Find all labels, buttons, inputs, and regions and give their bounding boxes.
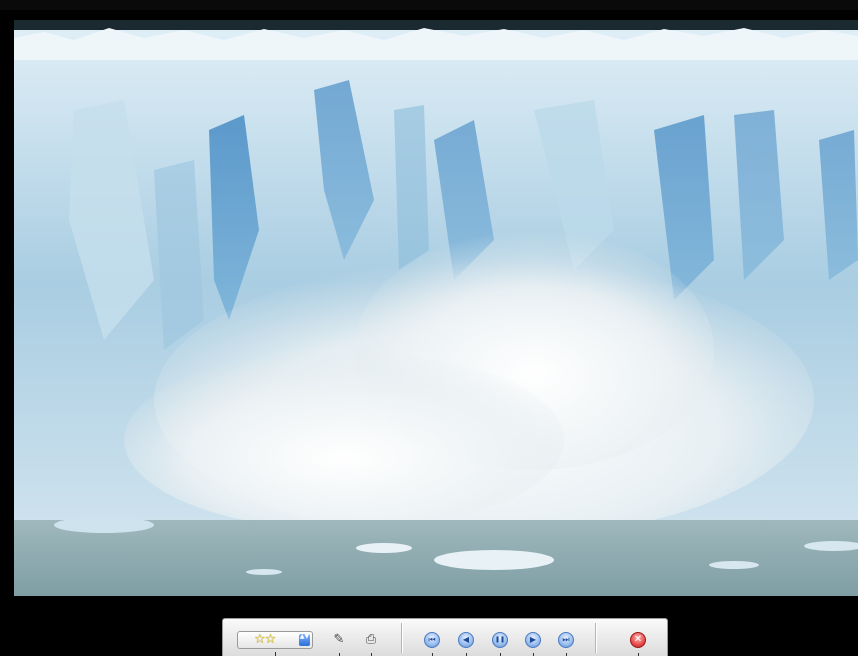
up-down-stepper-icon[interactable]: ▲▼	[299, 634, 310, 646]
edit-image-button[interactable]: ✎	[329, 631, 349, 656]
pause-slideshow-icon: ❚❚	[492, 632, 508, 648]
close-button[interactable]: ✕	[629, 631, 647, 656]
print-button[interactable]: ⎙	[361, 631, 381, 656]
image-viewer: ☆☆ ▲▼ ✎ ⎙ ⏮ ◀ ❚❚ ▶ ⏭ ✕	[0, 0, 858, 656]
last-image-button[interactable]: ⏭	[557, 631, 575, 656]
print-icon: ⎙	[365, 632, 377, 647]
previous-image-icon: ◀	[458, 632, 474, 648]
slideshow-toolbar: ☆☆ ▲▼ ✎ ⎙ ⏮ ◀ ❚❚ ▶ ⏭ ✕	[222, 618, 668, 656]
pause-slideshow-button[interactable]: ❚❚	[491, 631, 509, 656]
first-image-button[interactable]: ⏮	[423, 631, 441, 656]
tick-mark	[275, 652, 276, 656]
first-image-icon: ⏮	[424, 632, 440, 648]
next-image-button[interactable]: ▶	[524, 631, 542, 656]
toolbar-divider	[401, 623, 402, 653]
previous-image-button[interactable]: ◀	[457, 631, 475, 656]
toolbar-divider	[595, 623, 596, 653]
next-image-icon: ▶	[525, 632, 541, 648]
close-icon: ✕	[630, 632, 646, 648]
top-strip	[0, 0, 858, 10]
rating-select[interactable]: ☆☆ ▲▼	[237, 631, 313, 656]
last-image-icon: ⏭	[558, 632, 574, 648]
star-rating-icon: ☆☆	[254, 632, 276, 647]
edit-image-icon: ✎	[333, 632, 345, 647]
glacier-photo	[14, 20, 858, 596]
